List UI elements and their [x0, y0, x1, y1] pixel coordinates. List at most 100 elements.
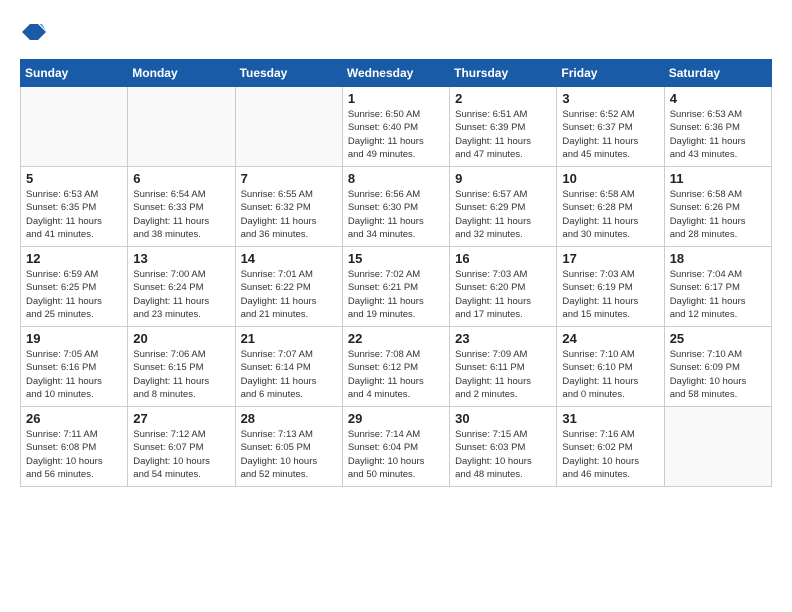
day-info: Sunrise: 6:55 AM Sunset: 6:32 PM Dayligh…: [241, 188, 337, 241]
day-number: 31: [562, 411, 658, 426]
day-cell: 3 Sunrise: 6:52 AM Sunset: 6:37 PM Daylig…: [557, 87, 664, 167]
day-number: 14: [241, 251, 337, 266]
day-number: 3: [562, 91, 658, 106]
day-info: Sunrise: 7:00 AM Sunset: 6:24 PM Dayligh…: [133, 268, 229, 321]
day-number: 8: [348, 171, 444, 186]
day-number: 6: [133, 171, 229, 186]
day-number: 15: [348, 251, 444, 266]
calendar-header-row: SundayMondayTuesdayWednesdayThursdayFrid…: [21, 60, 772, 87]
column-header-sunday: Sunday: [21, 60, 128, 87]
day-cell: 1 Sunrise: 6:50 AM Sunset: 6:40 PM Daylig…: [342, 87, 449, 167]
day-number: 18: [670, 251, 766, 266]
day-cell: 16 Sunrise: 7:03 AM Sunset: 6:20 PM Dayli…: [450, 247, 557, 327]
day-info: Sunrise: 7:03 AM Sunset: 6:20 PM Dayligh…: [455, 268, 551, 321]
day-number: 27: [133, 411, 229, 426]
day-cell: 15 Sunrise: 7:02 AM Sunset: 6:21 PM Dayli…: [342, 247, 449, 327]
day-cell: [664, 407, 771, 487]
column-header-monday: Monday: [128, 60, 235, 87]
day-info: Sunrise: 7:02 AM Sunset: 6:21 PM Dayligh…: [348, 268, 444, 321]
day-info: Sunrise: 7:01 AM Sunset: 6:22 PM Dayligh…: [241, 268, 337, 321]
day-cell: 4 Sunrise: 6:53 AM Sunset: 6:36 PM Daylig…: [664, 87, 771, 167]
day-cell: 22Sunrise: 7:08 AM Sunset: 6:12 PM Dayli…: [342, 327, 449, 407]
day-cell: 27 Sunrise: 7:12 AM Sunset: 6:07 PM Dayli…: [128, 407, 235, 487]
day-cell: 19Sunrise: 7:05 AM Sunset: 6:16 PM Dayli…: [21, 327, 128, 407]
day-info: Sunrise: 7:16 AM Sunset: 6:02 PM Dayligh…: [562, 428, 658, 481]
day-info: Sunrise: 6:59 AM Sunset: 6:25 PM Dayligh…: [26, 268, 122, 321]
day-number: 4: [670, 91, 766, 106]
day-cell: 28Sunrise: 7:13 AM Sunset: 6:05 PM Dayli…: [235, 407, 342, 487]
day-info: Sunrise: 7:14 AM Sunset: 6:04 PM Dayligh…: [348, 428, 444, 481]
day-cell: 26 Sunrise: 7:11 AM Sunset: 6:08 PM Dayli…: [21, 407, 128, 487]
day-info: Sunrise: 7:12 AM Sunset: 6:07 PM Dayligh…: [133, 428, 229, 481]
day-cell: 11Sunrise: 6:58 AM Sunset: 6:26 PM Dayli…: [664, 167, 771, 247]
day-cell: [235, 87, 342, 167]
day-info: Sunrise: 6:54 AM Sunset: 6:33 PM Dayligh…: [133, 188, 229, 241]
day-info: Sunrise: 6:51 AM Sunset: 6:39 PM Dayligh…: [455, 108, 551, 161]
day-number: 13: [133, 251, 229, 266]
day-info: Sunrise: 7:06 AM Sunset: 6:15 PM Dayligh…: [133, 348, 229, 401]
day-info: Sunrise: 6:53 AM Sunset: 6:35 PM Dayligh…: [26, 188, 122, 241]
day-cell: 23 Sunrise: 7:09 AM Sunset: 6:11 PM Dayli…: [450, 327, 557, 407]
day-number: 29: [348, 411, 444, 426]
day-number: 2: [455, 91, 551, 106]
day-info: Sunrise: 7:03 AM Sunset: 6:19 PM Dayligh…: [562, 268, 658, 321]
day-number: 12: [26, 251, 122, 266]
day-cell: 14 Sunrise: 7:01 AM Sunset: 6:22 PM Dayli…: [235, 247, 342, 327]
logo-icon: [22, 20, 46, 44]
calendar-table: SundayMondayTuesdayWednesdayThursdayFrid…: [20, 59, 772, 487]
week-row-2: 5Sunrise: 6:53 AM Sunset: 6:35 PM Daylig…: [21, 167, 772, 247]
day-cell: [21, 87, 128, 167]
page-header: [20, 20, 772, 49]
day-cell: 29 Sunrise: 7:14 AM Sunset: 6:04 PM Dayli…: [342, 407, 449, 487]
column-header-thursday: Thursday: [450, 60, 557, 87]
week-row-1: 1 Sunrise: 6:50 AM Sunset: 6:40 PM Daylig…: [21, 87, 772, 167]
column-header-saturday: Saturday: [664, 60, 771, 87]
day-info: Sunrise: 7:10 AM Sunset: 6:09 PM Dayligh…: [670, 348, 766, 401]
day-info: Sunrise: 7:13 AM Sunset: 6:05 PM Dayligh…: [241, 428, 337, 481]
day-cell: 10 Sunrise: 6:58 AM Sunset: 6:28 PM Dayli…: [557, 167, 664, 247]
day-number: 20: [133, 331, 229, 346]
day-cell: 8 Sunrise: 6:56 AM Sunset: 6:30 PM Daylig…: [342, 167, 449, 247]
day-info: Sunrise: 7:05 AM Sunset: 6:16 PM Dayligh…: [26, 348, 122, 401]
day-info: Sunrise: 7:09 AM Sunset: 6:11 PM Dayligh…: [455, 348, 551, 401]
day-info: Sunrise: 7:10 AM Sunset: 6:10 PM Dayligh…: [562, 348, 658, 401]
day-cell: 17 Sunrise: 7:03 AM Sunset: 6:19 PM Dayli…: [557, 247, 664, 327]
day-cell: 21 Sunrise: 7:07 AM Sunset: 6:14 PM Dayli…: [235, 327, 342, 407]
day-cell: 13 Sunrise: 7:00 AM Sunset: 6:24 PM Dayli…: [128, 247, 235, 327]
column-header-tuesday: Tuesday: [235, 60, 342, 87]
day-cell: 25 Sunrise: 7:10 AM Sunset: 6:09 PM Dayli…: [664, 327, 771, 407]
week-row-4: 19Sunrise: 7:05 AM Sunset: 6:16 PM Dayli…: [21, 327, 772, 407]
day-number: 9: [455, 171, 551, 186]
day-cell: 30Sunrise: 7:15 AM Sunset: 6:03 PM Dayli…: [450, 407, 557, 487]
day-info: Sunrise: 7:07 AM Sunset: 6:14 PM Dayligh…: [241, 348, 337, 401]
day-info: Sunrise: 6:58 AM Sunset: 6:28 PM Dayligh…: [562, 188, 658, 241]
day-number: 25: [670, 331, 766, 346]
day-number: 30: [455, 411, 551, 426]
day-cell: 18 Sunrise: 7:04 AM Sunset: 6:17 PM Dayli…: [664, 247, 771, 327]
day-cell: 12 Sunrise: 6:59 AM Sunset: 6:25 PM Dayli…: [21, 247, 128, 327]
logo: [20, 20, 46, 49]
day-number: 16: [455, 251, 551, 266]
day-cell: 9 Sunrise: 6:57 AM Sunset: 6:29 PM Daylig…: [450, 167, 557, 247]
day-number: 23: [455, 331, 551, 346]
day-info: Sunrise: 6:56 AM Sunset: 6:30 PM Dayligh…: [348, 188, 444, 241]
day-number: 21: [241, 331, 337, 346]
day-cell: 31 Sunrise: 7:16 AM Sunset: 6:02 PM Dayli…: [557, 407, 664, 487]
day-cell: 2 Sunrise: 6:51 AM Sunset: 6:39 PM Daylig…: [450, 87, 557, 167]
day-number: 26: [26, 411, 122, 426]
day-number: 10: [562, 171, 658, 186]
column-header-friday: Friday: [557, 60, 664, 87]
day-info: Sunrise: 6:57 AM Sunset: 6:29 PM Dayligh…: [455, 188, 551, 241]
day-number: 7: [241, 171, 337, 186]
day-info: Sunrise: 7:04 AM Sunset: 6:17 PM Dayligh…: [670, 268, 766, 321]
day-info: Sunrise: 6:50 AM Sunset: 6:40 PM Dayligh…: [348, 108, 444, 161]
day-number: 17: [562, 251, 658, 266]
day-cell: 7 Sunrise: 6:55 AM Sunset: 6:32 PM Daylig…: [235, 167, 342, 247]
column-header-wednesday: Wednesday: [342, 60, 449, 87]
day-number: 1: [348, 91, 444, 106]
day-info: Sunrise: 6:58 AM Sunset: 6:26 PM Dayligh…: [670, 188, 766, 241]
day-info: Sunrise: 6:52 AM Sunset: 6:37 PM Dayligh…: [562, 108, 658, 161]
day-info: Sunrise: 6:53 AM Sunset: 6:36 PM Dayligh…: [670, 108, 766, 161]
week-row-5: 26 Sunrise: 7:11 AM Sunset: 6:08 PM Dayli…: [21, 407, 772, 487]
day-info: Sunrise: 7:11 AM Sunset: 6:08 PM Dayligh…: [26, 428, 122, 481]
